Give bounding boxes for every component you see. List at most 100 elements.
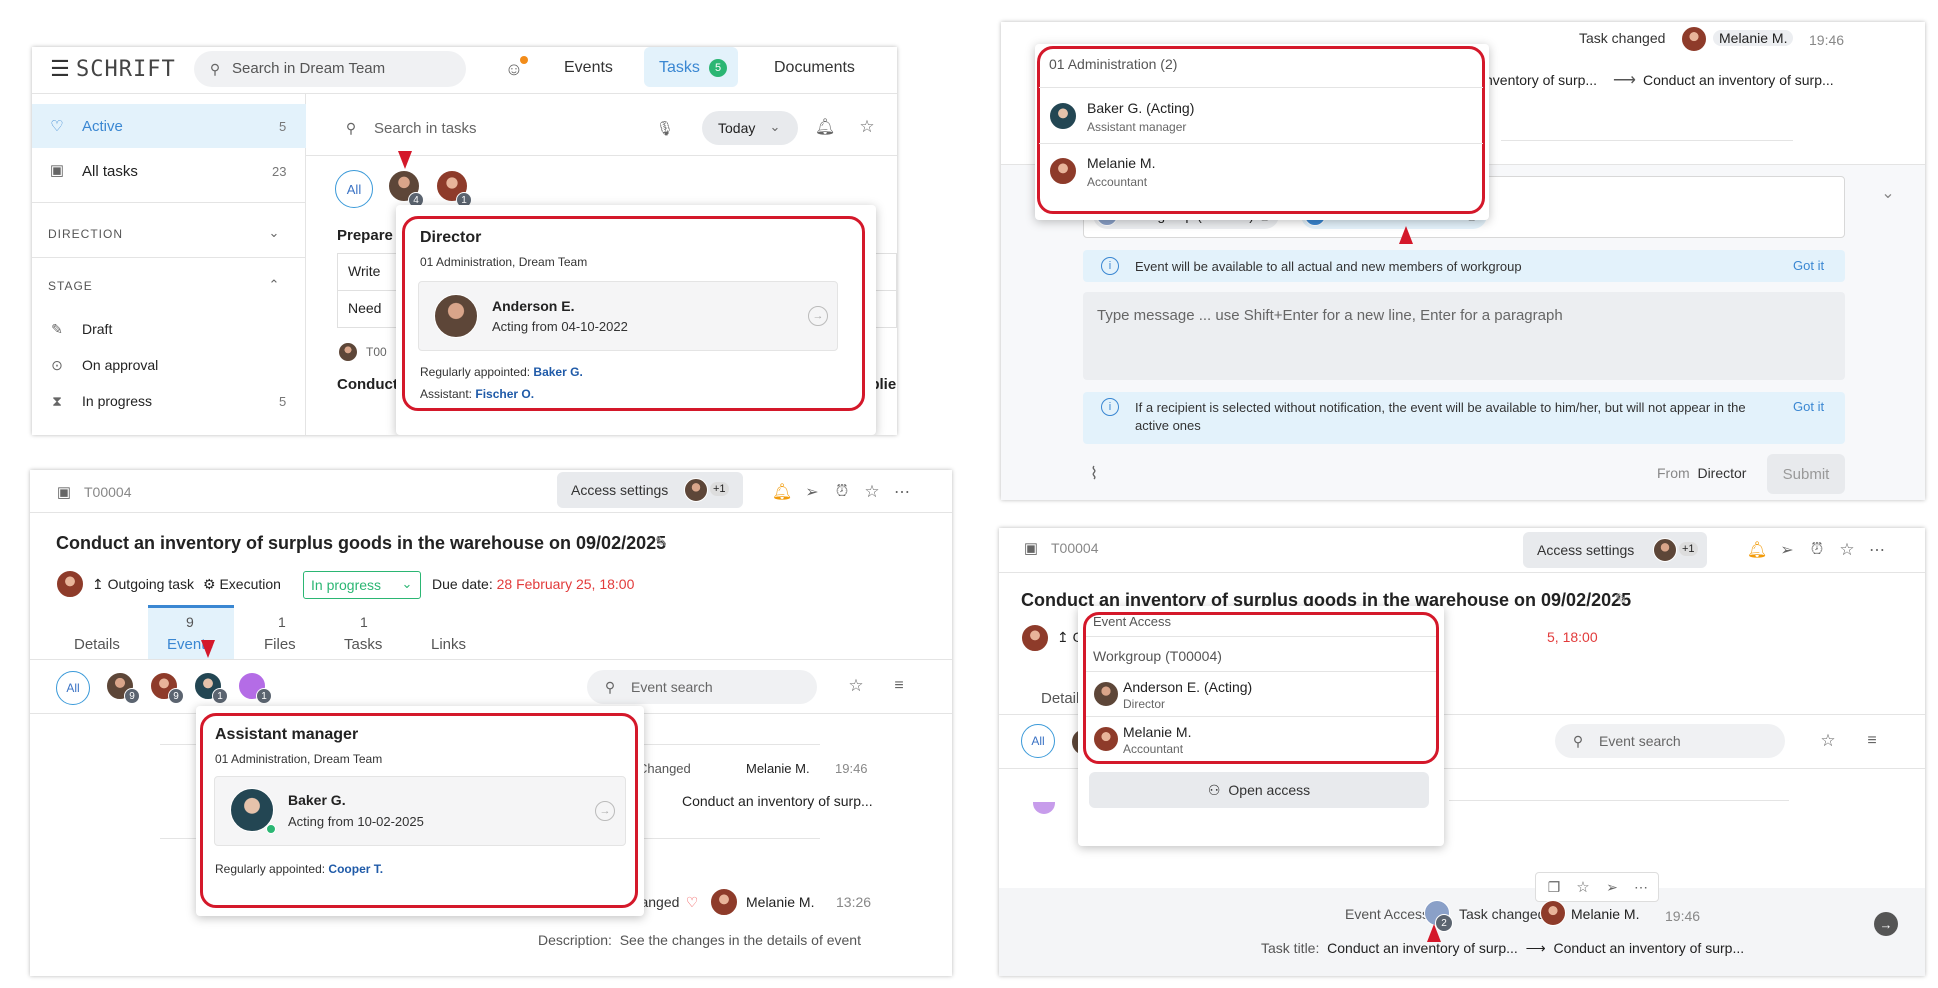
arrow: ⟶ <box>1613 72 1636 89</box>
filter-all[interactable]: All <box>56 671 90 705</box>
author-name: Melanie M. <box>1713 30 1794 46</box>
sidebar-all-label[interactable]: All tasks <box>82 163 138 180</box>
option-role: Director <box>1123 697 1166 711</box>
callout-arrow <box>1427 924 1441 942</box>
tc-time: 13:26 <box>836 894 872 910</box>
star-icon[interactable]: ☆ <box>1817 730 1839 752</box>
tab-documents[interactable]: Documents <box>774 59 855 77</box>
tab-links[interactable]: Links <box>431 636 466 653</box>
got-it-button[interactable]: Got it <box>1793 399 1824 414</box>
tab-events[interactable]: Events <box>564 59 613 77</box>
sidebar-divider <box>32 202 306 203</box>
search-icon: ⚲ <box>345 119 357 136</box>
chevron-up-icon[interactable]: ⌃ <box>264 275 284 295</box>
stage-draft[interactable]: Draft <box>82 321 112 337</box>
more-icon[interactable]: ⋯ <box>892 482 912 502</box>
send-icon[interactable]: ➢ <box>1777 540 1797 560</box>
behind-changed: Changed <box>638 761 691 776</box>
task-title: Conduct an inventory of surplus goods in… <box>56 533 667 553</box>
behind-prepare: Prepare <box>337 227 393 244</box>
hamburger-menu-icon[interactable]: ☰ <box>48 56 72 81</box>
more-icon[interactable]: ⋯ <box>1867 540 1887 560</box>
dropdown-divider <box>1039 143 1483 144</box>
stage-in-progress-count: 5 <box>279 394 287 409</box>
asst-link[interactable]: Fischer O. <box>475 387 534 401</box>
dropdown-divider <box>1039 87 1483 88</box>
event-search-placeholder: Event search <box>631 679 713 695</box>
star-icon[interactable]: ☆ <box>1837 540 1857 560</box>
dropdown-header: 01 Administration (2) <box>1049 56 1178 72</box>
avatar-badge: 9 <box>124 688 140 704</box>
person-name: Anderson E. <box>492 298 575 314</box>
arrow-right-circle-icon[interactable]: → <box>808 306 828 326</box>
copy-icon[interactable]: ❐ <box>1544 877 1564 897</box>
dropdown-option-melanie[interactable]: Melanie M. <box>1087 155 1155 171</box>
got-it-button[interactable]: Got it <box>1793 258 1824 273</box>
dropdown-divider <box>1086 716 1436 717</box>
filter-lines-icon[interactable]: ≡ <box>888 675 910 697</box>
bell-icon[interactable]: 🔔︎ <box>772 482 792 502</box>
submit-button[interactable]: Submit <box>1767 454 1845 494</box>
bell-icon[interactable]: 🔔︎ <box>1747 540 1767 560</box>
reg-link[interactable]: Cooper T. <box>328 862 383 876</box>
person-row-anderson[interactable] <box>418 281 838 351</box>
tab-details[interactable]: Details <box>74 636 120 653</box>
stage-heading[interactable]: STAGE <box>48 279 93 293</box>
access-count: +1 <box>1679 542 1698 556</box>
star-icon[interactable]: ☆ <box>845 675 867 697</box>
star-icon[interactable]: ☆ <box>856 116 878 138</box>
event-footer <box>999 888 1925 976</box>
access-count: +1 <box>710 482 729 496</box>
status-label: In progress <box>311 577 382 593</box>
access-option-melanie[interactable]: Melanie M. <box>1123 724 1191 740</box>
filter-all[interactable]: All <box>335 170 373 208</box>
direction-heading[interactable]: DIRECTION <box>48 227 123 241</box>
alarm-icon[interactable]: ⏰︎ <box>832 482 852 502</box>
open-access-button[interactable]: ⚇ Open access <box>1089 772 1429 808</box>
avatar-melanie <box>1681 26 1707 52</box>
alarm-icon[interactable]: ⏰︎ <box>1807 540 1827 560</box>
star-icon[interactable]: ☆ <box>1573 877 1593 897</box>
card-title: Assistant manager <box>215 726 359 743</box>
from-value[interactable]: Director <box>1697 465 1746 481</box>
more-icon[interactable]: ⋯ <box>1631 877 1651 897</box>
message-input[interactable] <box>1083 292 1845 380</box>
sidebar-item-active[interactable] <box>32 104 306 148</box>
person-acting: Acting from 10-02-2025 <box>288 814 424 829</box>
stage-on-approval[interactable]: On approval <box>82 357 158 373</box>
stage-in-progress[interactable]: In progress <box>82 393 152 409</box>
edit-icon[interactable]: ✎ <box>1611 589 1631 609</box>
tab-files[interactable]: Files <box>264 636 296 653</box>
card-title: Director <box>420 229 482 246</box>
reg-link[interactable]: Baker G. <box>533 365 582 379</box>
arrow-right-circle-icon[interactable]: → <box>595 801 615 821</box>
due-label: Due date: <box>432 576 493 592</box>
star-icon[interactable]: ☆ <box>862 482 882 502</box>
avatar-anderson <box>434 294 478 338</box>
search-icon: ⚲ <box>209 60 221 77</box>
from: From Director <box>1657 465 1746 481</box>
filter-lines-icon[interactable]: ≡ <box>1861 730 1883 752</box>
tab-events-count: 9 <box>186 614 194 630</box>
person-row-baker[interactable] <box>214 776 626 846</box>
paperclip-icon[interactable]: ⌇ <box>1083 463 1105 485</box>
task-search-input[interactable]: Search in tasks <box>374 120 477 137</box>
chevron-down-icon[interactable]: ⌄ <box>264 223 284 243</box>
microphone-icon[interactable]: 🎙︎ <box>654 117 676 139</box>
filter-all[interactable]: All <box>1021 724 1055 758</box>
send-icon[interactable]: ➢ <box>802 482 822 502</box>
bell-icon[interactable]: 🔔︎ <box>814 116 836 138</box>
dropdown-option-baker[interactable]: Baker G. (Acting) <box>1087 100 1194 116</box>
access-option-anderson[interactable]: Anderson E. (Acting) <box>1123 679 1252 695</box>
edit-icon[interactable]: ✎ <box>651 532 671 552</box>
panel-message-recipients: Task changed Melanie M. 19:46 nventory o… <box>1001 22 1925 500</box>
tab-tasks-count: 1 <box>360 614 368 630</box>
scroll-down-button[interactable]: → <box>1874 912 1898 936</box>
access-avatar <box>684 478 708 502</box>
chevron-down-icon[interactable]: ⌄ <box>1877 182 1899 204</box>
send-icon[interactable]: ➢ <box>1602 877 1622 897</box>
tab-tasks[interactable]: Tasks <box>344 636 382 653</box>
event-divider <box>1501 140 1793 141</box>
event-divider <box>1449 800 1789 801</box>
behind-write: Write <box>348 263 381 279</box>
